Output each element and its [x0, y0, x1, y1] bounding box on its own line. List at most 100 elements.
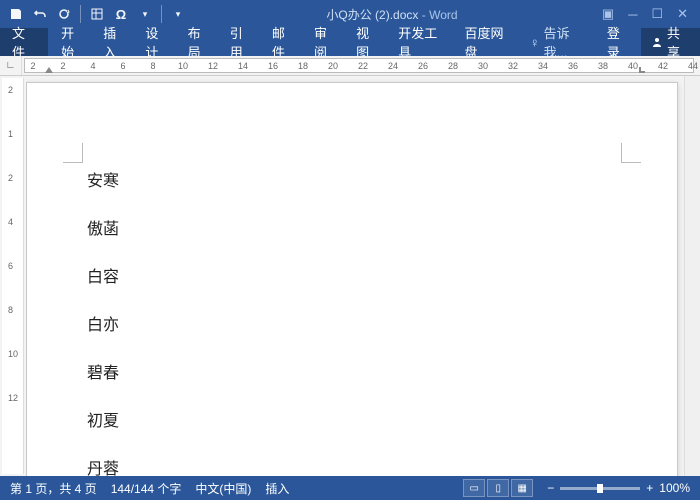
document-content[interactable]: 安寒傲菡白容白亦碧春初夏丹蓉	[87, 167, 617, 476]
qat-more-icon[interactable]: ▾	[170, 6, 186, 22]
ruler-tick: 38	[598, 61, 608, 71]
ruler-corner: ∟	[0, 56, 22, 75]
view-web-icon[interactable]: ▦	[511, 479, 533, 497]
right-margin-marker[interactable]	[639, 67, 645, 73]
page-scroll[interactable]: 安寒傲菡白容白亦碧春初夏丹蓉	[26, 76, 684, 476]
tab-review[interactable]: 审阅	[305, 28, 347, 56]
statusbar: 第 1 页，共 4 页 144/144 个字 中文(中国) 插入 ▭ ▯ ▦ −…	[0, 476, 700, 500]
tab-layout[interactable]: 布局	[179, 28, 221, 56]
login-button[interactable]: 登录	[597, 28, 641, 56]
vruler-tick: 2	[8, 173, 13, 183]
ruler-tick: 18	[298, 61, 308, 71]
redo-icon[interactable]	[56, 6, 72, 22]
save-icon[interactable]	[8, 6, 24, 22]
ruler-tick: 36	[568, 61, 578, 71]
page[interactable]: 安寒傲菡白容白亦碧春初夏丹蓉	[26, 82, 678, 476]
tab-references[interactable]: 引用	[221, 28, 263, 56]
ribbon-tabs: 文件 开始 插入 设计 布局 引用 邮件 审阅 视图 开发工具 百度网盘 ♀ 告…	[0, 28, 700, 56]
vertical-ruler[interactable]: 2124681012	[2, 78, 24, 474]
text-line[interactable]: 白亦	[87, 311, 617, 335]
horizontal-ruler-row: ∟ 22468101214161820222426283032343638404…	[0, 56, 700, 76]
zoom-thumb[interactable]	[597, 484, 603, 493]
status-mode[interactable]: 插入	[265, 480, 289, 497]
vruler-tick: 2	[8, 85, 13, 95]
text-line[interactable]: 白容	[87, 263, 617, 287]
zoom-out-icon[interactable]: −	[547, 481, 554, 495]
ruler-tick: 42	[658, 61, 668, 71]
ruler-tick: 28	[448, 61, 458, 71]
view-print-icon[interactable]: ▯	[487, 479, 509, 497]
minimize-icon[interactable]: ─	[628, 7, 637, 22]
ruler-tick: 2	[60, 61, 65, 71]
omega-icon[interactable]: Ω	[113, 6, 129, 22]
vertical-scrollbar[interactable]	[684, 76, 700, 476]
ruler-tick: 6	[120, 61, 125, 71]
close-icon[interactable]: ✕	[677, 6, 688, 22]
tab-home[interactable]: 开始	[52, 28, 94, 56]
tab-file[interactable]: 文件	[0, 28, 48, 56]
margin-corner-tl	[63, 143, 83, 163]
tab-mailings[interactable]: 邮件	[263, 28, 305, 56]
horizontal-ruler[interactable]: 2246810121416182022242628303234363840424…	[24, 58, 694, 73]
document-area: 2124681012 安寒傲菡白容白亦碧春初夏丹蓉	[0, 76, 700, 476]
ruler-tick: 40	[628, 61, 638, 71]
view-read-icon[interactable]: ▭	[463, 479, 485, 497]
ruler-tick: 44	[688, 61, 698, 71]
ruler-tick: 14	[238, 61, 248, 71]
tab-developer[interactable]: 开发工具	[389, 28, 455, 56]
text-line[interactable]: 碧春	[87, 359, 617, 383]
status-lang[interactable]: 中文(中国)	[195, 480, 251, 497]
maximize-icon[interactable]: ☐	[651, 6, 663, 22]
text-line[interactable]: 初夏	[87, 407, 617, 431]
document-name: 小Q办公 (2).docx	[326, 8, 418, 22]
status-words[interactable]: 144/144 个字	[111, 480, 182, 497]
ruler-tick: 20	[328, 61, 338, 71]
view-buttons: ▭ ▯ ▦	[463, 479, 533, 497]
tab-view[interactable]: 视图	[347, 28, 389, 56]
ruler-tick: 12	[208, 61, 218, 71]
vruler-tick: 4	[8, 217, 13, 227]
app-name: Word	[429, 8, 457, 22]
ruler-tick: 34	[538, 61, 548, 71]
ruler-tick: 24	[388, 61, 398, 71]
ruler-tick: 8	[150, 61, 155, 71]
tab-baidu[interactable]: 百度网盘	[456, 28, 522, 56]
window-title: 小Q办公 (2).docx - Word	[194, 6, 590, 23]
text-line[interactable]: 安寒	[87, 167, 617, 191]
indent-marker[interactable]	[45, 67, 53, 73]
ruler-tick: 22	[358, 61, 368, 71]
qat-dropdown-icon[interactable]: ▾	[137, 6, 153, 22]
ruler-tick: 26	[418, 61, 428, 71]
tab-design[interactable]: 设计	[136, 28, 178, 56]
ruler-tick: 32	[508, 61, 518, 71]
ruler-tick: 10	[178, 61, 188, 71]
text-line[interactable]: 丹蓉	[87, 455, 617, 476]
separator	[161, 5, 162, 23]
text-line[interactable]: 傲菡	[87, 215, 617, 239]
window-controls: ▣ ─ ☐ ✕	[590, 6, 700, 22]
zoom-slider[interactable]	[560, 487, 640, 490]
quick-access-toolbar: Ω ▾ ▾	[0, 5, 194, 23]
vruler-tick: 8	[8, 305, 13, 315]
vruler-tick: 12	[8, 393, 18, 403]
zoom-value[interactable]: 100%	[659, 481, 690, 495]
zoom-control: − + 100%	[547, 481, 690, 495]
share-icon	[651, 36, 663, 48]
undo-icon[interactable]	[32, 6, 48, 22]
ribbon-options-icon[interactable]: ▣	[602, 6, 614, 22]
tab-insert[interactable]: 插入	[94, 28, 136, 56]
status-page[interactable]: 第 1 页，共 4 页	[10, 480, 97, 497]
ruler-tick: 16	[268, 61, 278, 71]
margin-corner-tr	[621, 143, 641, 163]
lightbulb-icon: ♀	[530, 35, 540, 50]
ruler-tick: 4	[90, 61, 95, 71]
calc-icon[interactable]	[89, 6, 105, 22]
vruler-tick: 10	[8, 349, 18, 359]
separator	[80, 5, 81, 23]
vruler-tick: 6	[8, 261, 13, 271]
ruler-tick: 30	[478, 61, 488, 71]
ruler-tick: 2	[30, 61, 35, 71]
zoom-in-icon[interactable]: +	[646, 481, 653, 495]
share-button[interactable]: 共享	[641, 28, 700, 56]
vruler-tick: 1	[8, 129, 13, 139]
